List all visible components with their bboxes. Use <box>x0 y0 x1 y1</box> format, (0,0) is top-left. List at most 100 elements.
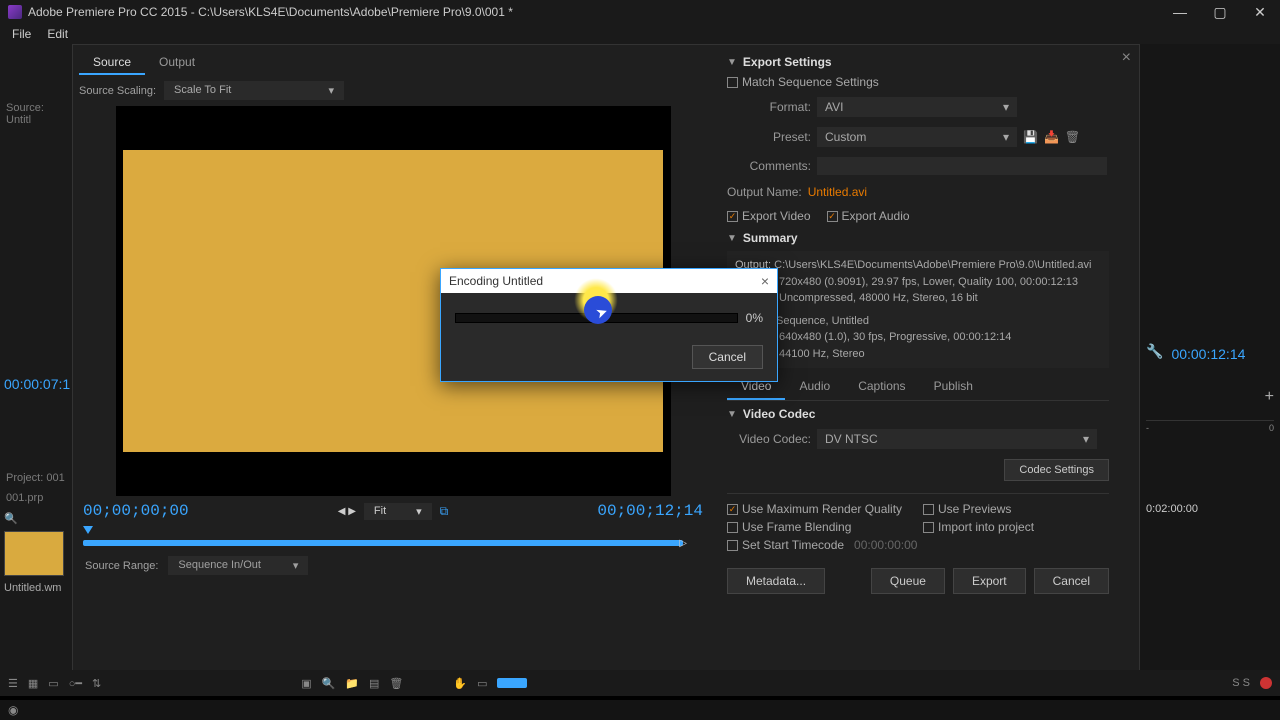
video-codec-dropdown[interactable]: DV NTSC▾ <box>817 429 1097 449</box>
out-marker[interactable]: ▷ <box>679 538 687 549</box>
save-preset-icon[interactable]: 💾 <box>1023 130 1038 144</box>
right-timecode: 00:00:12:14 <box>1171 346 1245 362</box>
outputname-link[interactable]: Untitled.avi <box>808 185 867 199</box>
outputname-label: Output Name: <box>727 185 802 199</box>
minimize-button[interactable]: — <box>1160 0 1200 24</box>
import-project-checkbox[interactable]: Import into project <box>923 520 1109 534</box>
search-icon[interactable]: 🔍 <box>4 512 68 525</box>
format-dropdown[interactable]: AVI▾ <box>817 97 1017 117</box>
format-label: Format: <box>727 100 811 114</box>
comments-input[interactable] <box>817 157 1107 175</box>
play-icon[interactable]: ◀ ▶ <box>338 506 356 517</box>
window-controls: — ▢ ✕ <box>1160 0 1280 24</box>
maximize-button[interactable]: ▢ <box>1200 0 1240 24</box>
statusbar: ◉ <box>0 700 1280 720</box>
scaling-label: Source Scaling: <box>79 85 156 97</box>
encoding-dialog: Encoding Untitled × 0% Cancel <box>440 268 778 382</box>
use-previews-checkbox[interactable]: Use Previews <box>923 502 1109 516</box>
menu-file[interactable]: File <box>4 27 39 41</box>
hand-tool-icon[interactable]: ✋ <box>453 677 467 690</box>
project-thumbnail[interactable] <box>4 531 64 576</box>
scaling-row: Source Scaling: Scale To Fit▾ <box>79 81 707 100</box>
codec-settings-button[interactable]: Codec Settings <box>1004 459 1109 481</box>
freeform-icon[interactable]: ▭ <box>48 677 58 690</box>
chevron-down-icon: ▾ <box>329 84 335 97</box>
bottom-iconbar: ☰ ▦ ▭ ○━ ⇅ ▣ 🔍 📁 ▤ 🗑 ✋ ▭ S S <box>0 670 1280 696</box>
tab-output[interactable]: Output <box>145 51 209 75</box>
folder-icon[interactable]: 📁 <box>345 677 359 690</box>
find-icon[interactable]: 🔍 <box>322 677 336 690</box>
icon-view-icon[interactable]: ▦ <box>28 677 38 690</box>
export-timeline[interactable]: ▷ <box>79 526 707 550</box>
project-file[interactable]: 001.prp <box>4 488 68 508</box>
list-view-icon[interactable]: ☰ <box>8 677 18 690</box>
record-indicator[interactable] <box>1260 677 1272 689</box>
delete-preset-icon[interactable]: 🗑 <box>1065 130 1080 144</box>
encoding-cancel-button[interactable]: Cancel <box>692 345 763 369</box>
video-codec-header[interactable]: ▼ Video Codec <box>727 407 1109 421</box>
export-settings-header[interactable]: ▼ Export Settings <box>727 55 1109 69</box>
comments-label: Comments: <box>727 159 811 173</box>
tab-source[interactable]: Source <box>79 51 145 75</box>
fit-dropdown[interactable]: Fit▾ <box>364 503 432 520</box>
crop-icon[interactable]: ⧉ <box>440 504 449 519</box>
bottom-file-label: Untitled.wm <box>4 582 68 594</box>
close-button[interactable]: ✕ <box>1240 0 1280 24</box>
project-label: Project: 001 <box>4 468 68 488</box>
preset-dropdown[interactable]: Custom▾ <box>817 127 1017 147</box>
encoding-close-button[interactable]: × <box>761 273 769 289</box>
export-video-checkbox[interactable]: ✓Export Video <box>727 209 811 223</box>
export-audio-checkbox[interactable]: ✓Export Audio <box>827 209 910 223</box>
metadata-button[interactable]: Metadata... <box>727 568 825 594</box>
triangle-down-icon: ▼ <box>727 57 737 68</box>
trash-icon[interactable]: 🗑 <box>389 677 403 690</box>
export-action-buttons: Metadata... Queue Export Cancel <box>727 568 1109 594</box>
import-preset-icon[interactable]: 📥 <box>1044 130 1059 144</box>
source-range-dropdown[interactable]: Sequence In/Out▾ <box>168 556 308 575</box>
menubar: File Edit <box>0 24 1280 44</box>
encoding-dialog-titlebar[interactable]: Encoding Untitled × <box>441 269 777 293</box>
export-button[interactable]: Export <box>953 568 1026 594</box>
set-start-timecode-checkbox[interactable]: Set Start Timecode 00:00:00:00 <box>727 538 1109 552</box>
chevron-down-icon: ▾ <box>416 505 422 518</box>
progress-bar <box>455 313 738 323</box>
start-timecode[interactable]: 00;00;00;00 <box>83 502 189 520</box>
info-icon[interactable]: ◉ <box>8 703 18 717</box>
tool-icon[interactable]: ▭ <box>477 677 487 690</box>
new-bin-icon[interactable]: ▣ <box>301 677 311 690</box>
triangle-down-icon: ▼ <box>727 233 737 244</box>
wrench-icon[interactable]: 🔧 <box>1146 343 1163 360</box>
cancel-button[interactable]: Cancel <box>1034 568 1109 594</box>
video-codec-label: Video Codec: <box>727 432 811 446</box>
preset-label: Preset: <box>727 130 811 144</box>
encoding-dialog-title: Encoding Untitled <box>449 274 543 288</box>
left-timecode: 00:00:07:1 <box>4 370 68 398</box>
summary-header[interactable]: ▼ Summary <box>727 231 1109 245</box>
chevron-down-icon: ▾ <box>1003 130 1009 144</box>
far-right-panel: 🔧 00:00:12:14 + -0 0:02:00:00 <box>1140 44 1280 694</box>
triangle-down-icon: ▼ <box>727 409 737 420</box>
scaling-dropdown[interactable]: Scale To Fit▾ <box>164 81 344 100</box>
export-close-button[interactable]: × <box>1122 49 1131 67</box>
queue-button[interactable]: Queue <box>871 568 945 594</box>
tab-audio[interactable]: Audio <box>785 374 844 400</box>
app-icon <box>8 5 22 19</box>
new-item-icon[interactable]: ▤ <box>369 677 379 690</box>
max-render-checkbox[interactable]: ✓Use Maximum Render Quality <box>727 502 913 516</box>
sort-icon[interactable]: ⇅ <box>92 677 101 690</box>
window-title: Adobe Premiere Pro CC 2015 - C:\Users\KL… <box>28 5 513 19</box>
tab-captions[interactable]: Captions <box>844 374 919 400</box>
tab-publish[interactable]: Publish <box>920 374 987 400</box>
add-button[interactable]: + <box>1265 388 1274 406</box>
frame-blending-checkbox[interactable]: Use Frame Blending <box>727 520 913 534</box>
menu-edit[interactable]: Edit <box>39 27 76 41</box>
end-timecode[interactable]: 00;00;12;14 <box>597 502 703 520</box>
zoom-slider[interactable]: ○━ <box>69 677 82 690</box>
timeline-clip[interactable] <box>497 678 527 688</box>
timeline-track[interactable] <box>83 540 683 546</box>
preview-tabs: Source Output <box>79 51 707 75</box>
match-sequence-checkbox[interactable]: Match Sequence Settings <box>727 75 1109 89</box>
source-range-label: Source Range: <box>85 560 158 572</box>
playhead-marker[interactable] <box>83 526 93 534</box>
audio-ruler: -0 <box>1146 420 1274 433</box>
